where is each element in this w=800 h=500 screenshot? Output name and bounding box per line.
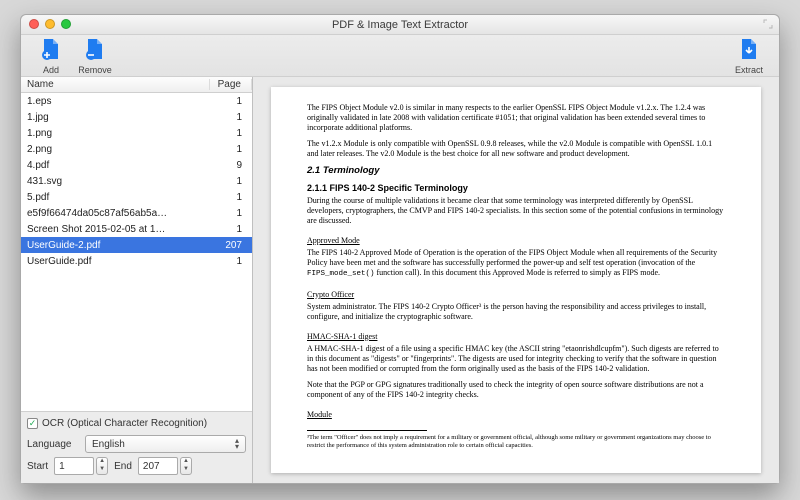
end-stepper[interactable]: 207 ▲▼ [138,457,192,475]
file-pagecount: 1 [210,112,252,123]
end-label: End [114,461,132,472]
file-row[interactable]: UserGuide.pdf1 [21,253,252,269]
doc-para: During the course of multiple validation… [307,196,725,226]
doc-para: The FIPS Object Module v2.0 is similar i… [307,103,725,133]
chevron-updown-icon: ▴▾ [235,438,239,450]
file-row[interactable]: UserGuide-2.pdf207 [21,237,252,253]
close-window-icon[interactable] [29,19,39,29]
doc-para: A HMAC-SHA-1 digest of a file using a sp… [307,344,725,374]
file-pagecount: 1 [210,224,252,235]
file-pagecount: 1 [210,208,252,219]
file-list[interactable]: 1.eps11.jpg11.png12.png14.pdf9431.svg15.… [21,93,252,411]
file-name: 5.pdf [21,192,210,203]
file-row[interactable]: 431.svg1 [21,173,252,189]
language-value: English [92,439,125,450]
doc-para: The v1.2.x Module is only compatible wit… [307,139,725,159]
file-row[interactable]: Screen Shot 2015-02-05 at 1…1 [21,221,252,237]
file-row[interactable]: 2.png1 [21,141,252,157]
header-name[interactable]: Name [21,79,210,90]
remove-button[interactable]: Remove [73,37,117,75]
file-row[interactable]: 4.pdf9 [21,157,252,173]
doc-term: Crypto Officer [307,290,354,300]
file-name: UserGuide.pdf [21,256,210,267]
file-pagecount: 1 [210,176,252,187]
file-pagecount: 1 [210,192,252,203]
file-pagecount: 9 [210,160,252,171]
extract-label: Extract [727,65,771,75]
extract-button[interactable]: Extract [727,37,771,75]
doc-para: The FIPS 140-2 Approved Mode of Operatio… [307,248,725,279]
doc-term: Module [307,410,332,420]
doc-subheading: 2.1.1 FIPS 140-2 Specific Terminology [307,183,725,194]
ocr-checkbox[interactable]: ✓ [27,418,38,429]
remove-label: Remove [73,65,117,75]
file-name: Screen Shot 2015-02-05 at 1… [21,224,210,235]
add-label: Add [29,65,73,75]
file-row[interactable]: 5.pdf1 [21,189,252,205]
document-page: The FIPS Object Module v2.0 is similar i… [271,87,761,473]
doc-para: Note that the PGP or GPG signatures trad… [307,380,725,400]
start-stepper-buttons[interactable]: ▲▼ [96,457,108,475]
app-window: PDF & Image Text Extractor Add Remove Ex… [20,14,780,484]
start-label: Start [27,461,48,472]
file-row[interactable]: e5f9f66474da05c87af56ab5a…1 [21,205,252,221]
language-select[interactable]: English ▴▾ [85,435,246,453]
language-label: Language [27,439,79,450]
file-pagecount: 207 [210,240,252,251]
file-name: 1.eps [21,96,210,107]
doc-footnote: ³The term "Officer" does not imply a req… [307,434,725,450]
file-row[interactable]: 1.jpg1 [21,109,252,125]
file-pagecount: 1 [210,96,252,107]
fullscreen-icon[interactable] [763,19,773,29]
add-button[interactable]: Add [29,37,73,75]
file-list-header[interactable]: Name Page [21,77,252,93]
zoom-window-icon[interactable] [61,19,71,29]
footnote-rule [307,430,427,431]
file-name: UserGuide-2.pdf [21,240,210,251]
document-remove-icon [83,37,107,61]
file-row[interactable]: 1.png1 [21,125,252,141]
end-field[interactable]: 207 [138,457,178,475]
file-name: e5f9f66474da05c87af56ab5a… [21,208,210,219]
doc-para: System administrator. The FIPS 140-2 Cry… [307,302,725,322]
traffic-lights [29,19,71,29]
file-name: 4.pdf [21,160,210,171]
toolbar: Add Remove Extract [21,35,779,77]
start-field[interactable]: 1 [54,457,94,475]
window-title: PDF & Image Text Extractor [332,19,468,31]
file-pagecount: 1 [210,128,252,139]
titlebar[interactable]: PDF & Image Text Extractor [21,15,779,35]
file-pagecount: 1 [210,144,252,155]
minimize-window-icon[interactable] [45,19,55,29]
sidebar-controls: ✓ OCR (Optical Character Recognition) La… [21,411,252,483]
file-name: 1.jpg [21,112,210,123]
file-row[interactable]: 1.eps1 [21,93,252,109]
start-stepper[interactable]: 1 ▲▼ [54,457,108,475]
end-stepper-buttons[interactable]: ▲▼ [180,457,192,475]
doc-heading: 2.1 Terminology [307,165,725,177]
file-name: 2.png [21,144,210,155]
doc-term: Approved Mode [307,236,360,246]
preview-pane[interactable]: The FIPS Object Module v2.0 is similar i… [253,77,779,483]
file-pagecount: 1 [210,256,252,267]
document-extract-icon [737,37,761,61]
document-add-icon [39,37,63,61]
doc-term: HMAC-SHA-1 digest [307,332,377,342]
ocr-label: OCR (Optical Character Recognition) [42,418,207,429]
sidebar: Name Page 1.eps11.jpg11.png12.png14.pdf9… [21,77,253,483]
header-page[interactable]: Page [210,79,252,90]
file-name: 1.png [21,128,210,139]
file-name: 431.svg [21,176,210,187]
